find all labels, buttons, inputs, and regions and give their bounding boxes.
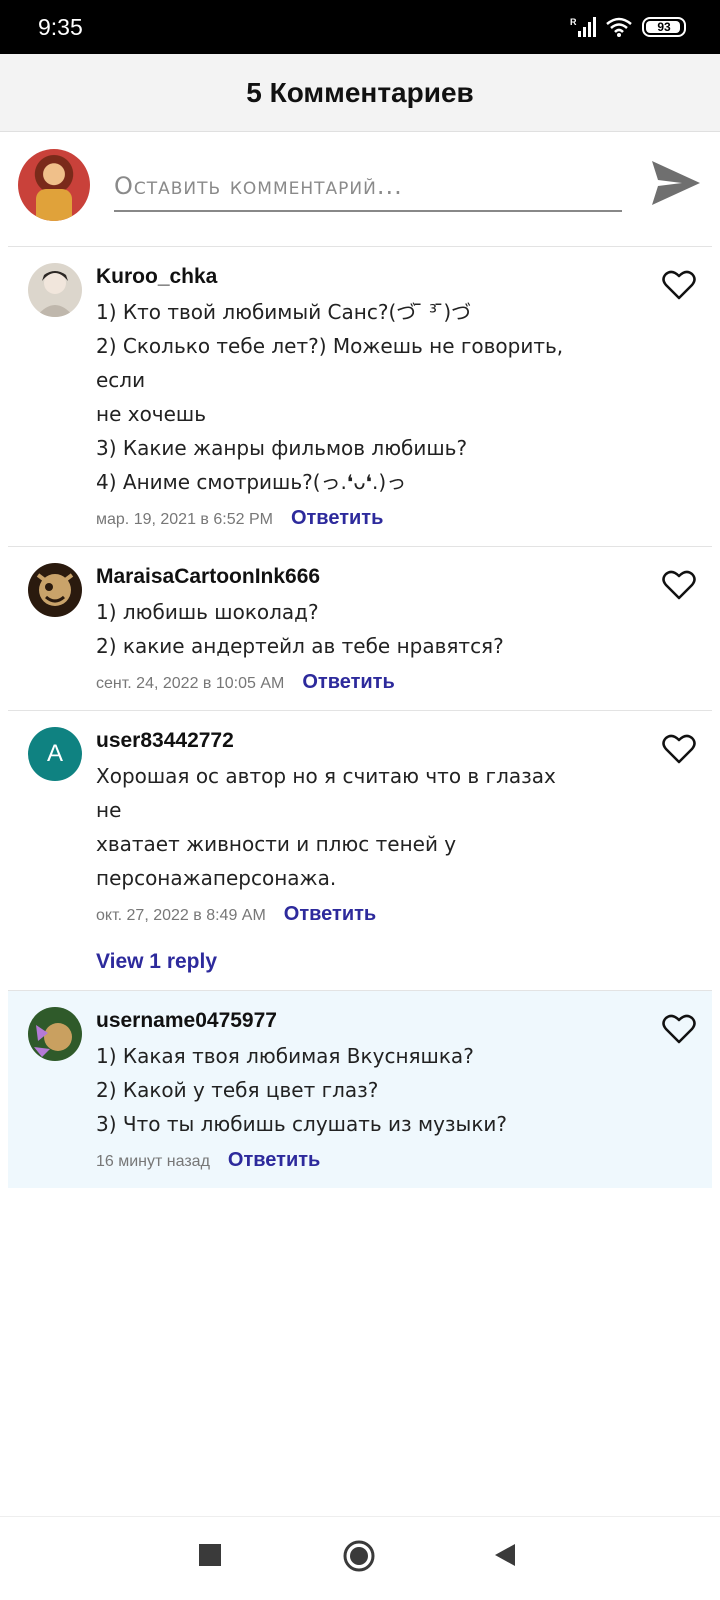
status-bar: 9:35 R 93 (0, 0, 720, 54)
comment-item-highlighted: username0475977 1) Какая твоя любимая Вк… (8, 991, 712, 1188)
comment-date: мар. 19, 2021 в 6:52 PM (96, 511, 273, 528)
send-button[interactable] (648, 156, 704, 212)
comment-line: 1) любишь шоколад? (96, 600, 319, 624)
comment-meta: 16 минут назад Ответить (96, 1149, 712, 1172)
comment-line: персонажаперсонажа. (96, 866, 337, 890)
avatar[interactable] (28, 263, 82, 317)
back-triangle-icon[interactable] (494, 1543, 516, 1567)
heart-icon[interactable] (662, 569, 696, 601)
reply-button[interactable]: Ответить (291, 507, 383, 530)
page-title: 5 Комментариев (246, 76, 474, 108)
heart-icon[interactable] (662, 1013, 696, 1045)
comment-meta: окт. 27, 2022 в 8:49 AM Ответить (96, 903, 712, 926)
comment-item: Kuroo_chka 1) Кто твой любимый Санс?(づ ̄… (8, 247, 712, 547)
comment-line: 2) Какой у тебя цвет глаз? (96, 1078, 379, 1102)
reply-button[interactable]: Ответить (228, 1149, 320, 1172)
battery-icon: 93 (642, 17, 686, 37)
comment-line: 2) какие андертейл ав тебе нравятся? (96, 634, 504, 658)
comment-line: Хорошая ос автор но я считаю что в глаза… (96, 764, 556, 822)
comment-body: 1) Какая твоя любимая Вкусняшка? 2) Како… (96, 1039, 712, 1141)
heart-icon[interactable] (662, 733, 696, 765)
comment-meta: сент. 24, 2022 в 10:05 AM Ответить (96, 671, 712, 694)
comment-line: хватает живности и плюс теней у (96, 832, 457, 856)
comment-line: 3) Что ты любишь слушать из музыки? (96, 1112, 508, 1136)
comment-line: 3) Какие жанры фильмов любишь? (96, 436, 468, 460)
battery-level: 93 (657, 20, 671, 34)
comment-input[interactable] (114, 162, 622, 212)
svg-text:R: R (570, 17, 577, 27)
reply-button[interactable]: Ответить (302, 671, 394, 694)
status-icons: R 93 (570, 16, 686, 38)
comment-author[interactable]: Kuroo_chka (96, 265, 712, 289)
avatar[interactable] (28, 1007, 82, 1061)
comment-line: 1) Кто твой любимый Санс?(づ ̄ ³ ̄)づ (96, 300, 472, 324)
send-icon (652, 160, 700, 205)
avatar[interactable]: A (28, 727, 82, 781)
home-circle-icon[interactable] (342, 1539, 376, 1573)
comment-author[interactable]: username0475977 (96, 1009, 712, 1033)
comment-line: 2) Сколько тебе лет?) Можешь не говорить… (96, 334, 564, 392)
comment-meta: мар. 19, 2021 в 6:52 PM Ответить (96, 507, 712, 530)
comment-line: 1) Какая твоя любимая Вкусняшка? (96, 1044, 474, 1068)
system-nav-bar (0, 1516, 720, 1600)
comment-line: 4) Аниме смотришь?(っ.❛ᴗ❛.)っ (96, 470, 407, 494)
comment-author[interactable]: user83442772 (96, 729, 712, 753)
comment-item: MaraisaCartoonInk666 1) любишь шоколад? … (8, 547, 712, 711)
comment-composer (0, 132, 720, 240)
comment-body: 1) Кто твой любимый Санс?(づ ̄ ³ ̄)づ 2) С… (96, 295, 712, 499)
signal-icon: R (570, 17, 596, 37)
comment-date: окт. 27, 2022 в 8:49 AM (96, 907, 266, 924)
reply-button[interactable]: Ответить (284, 903, 376, 926)
wifi-icon (606, 17, 632, 37)
comment-date: сент. 24, 2022 в 10:05 AM (96, 675, 285, 692)
status-time: 9:35 (38, 14, 83, 40)
avatar[interactable] (28, 563, 82, 617)
view-replies-link[interactable]: View 1 reply (96, 950, 712, 974)
avatar-letter: A (46, 740, 63, 767)
comment-author[interactable]: MaraisaCartoonInk666 (96, 565, 712, 589)
current-user-avatar (18, 149, 90, 221)
comment-body: Хорошая ос автор но я считаю что в глаза… (96, 759, 712, 895)
comment-item: A user83442772 Хорошая ос автор но я счи… (8, 711, 712, 991)
comments-header: 5 Комментариев (0, 54, 720, 132)
comment-date: 16 минут назад (96, 1153, 210, 1170)
comment-line: не хочешь (96, 402, 207, 426)
recents-square-icon[interactable] (198, 1543, 222, 1567)
heart-icon[interactable] (662, 269, 696, 301)
comments-list: Kuroo_chka 1) Кто твой любимый Санс?(づ ̄… (8, 246, 712, 1188)
comment-body: 1) любишь шоколад? 2) какие андертейл ав… (96, 595, 712, 663)
